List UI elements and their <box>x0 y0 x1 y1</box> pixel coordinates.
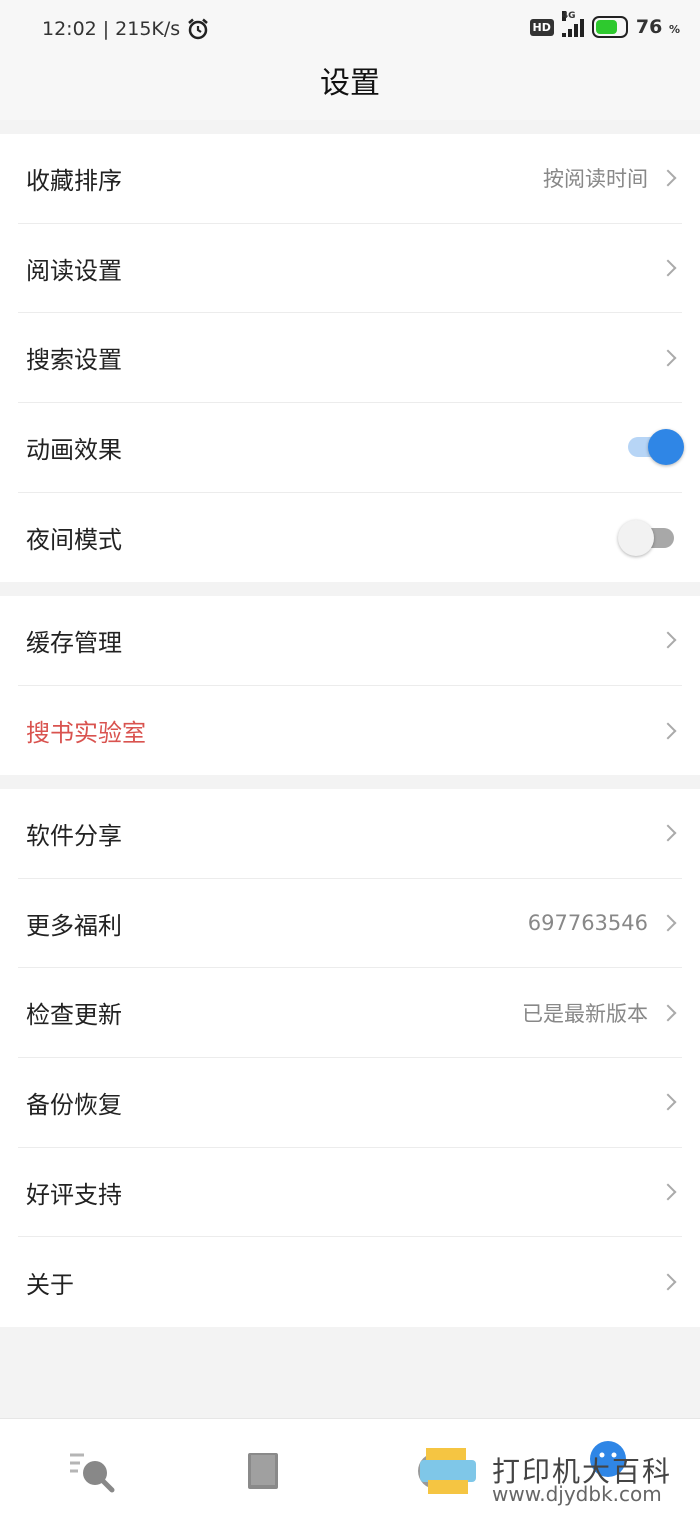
book-icon <box>248 1453 278 1489</box>
status-bar: 12:02 | 215K/s HD 4G 76 % <box>0 0 700 58</box>
chevron-right-icon <box>659 824 677 842</box>
toggle-knob <box>648 429 684 466</box>
chevron-right-icon <box>659 1004 677 1022</box>
chevron-right-icon <box>659 722 677 740</box>
network-type: 4G <box>561 11 576 21</box>
battery-value: 76 <box>635 16 663 38</box>
battery-icon <box>591 16 628 38</box>
setting-share[interactable]: 软件分享 <box>18 789 682 879</box>
setting-welfare[interactable]: 更多福利 697763546 <box>18 879 682 969</box>
nav-search[interactable] <box>68 1449 118 1499</box>
setting-cache[interactable]: 缓存管理 <box>18 596 682 686</box>
search-list-icon <box>70 1453 115 1493</box>
setting-label: 更多福利 <box>26 911 122 940</box>
animation-toggle[interactable] <box>622 427 684 467</box>
night-mode-toggle[interactable] <box>618 518 680 558</box>
settings-group-storage: 缓存管理 搜书实验室 <box>0 596 700 776</box>
setting-label: 缓存管理 <box>26 628 122 657</box>
setting-value: 已是最新版本 <box>522 1001 648 1026</box>
setting-favorite-sort[interactable]: 收藏排序 按阅读时间 <box>18 134 682 224</box>
chevron-right-icon <box>659 169 677 187</box>
battery-percent: 76 % <box>636 16 680 38</box>
page-header: 设置 <box>0 58 700 120</box>
watermark-url: www.djydbk.com <box>492 1482 662 1506</box>
setting-label: 动画效果 <box>26 435 122 464</box>
setting-label: 夜间模式 <box>26 526 122 555</box>
chevron-right-icon <box>659 914 677 932</box>
setting-label: 备份恢复 <box>26 1090 122 1119</box>
toggle-knob <box>618 519 654 556</box>
setting-night-mode: 夜间模式 <box>18 493 682 583</box>
status-time: 12:02 <box>42 18 97 40</box>
setting-check-update[interactable]: 检查更新 已是最新版本 <box>18 968 682 1059</box>
chevron-right-icon <box>659 1273 677 1291</box>
status-divider: | <box>102 18 110 40</box>
settings-group-general: 收藏排序 按阅读时间 阅读设置 搜索设置 动画效果 夜间模式 <box>0 134 700 583</box>
chevron-right-icon <box>659 349 677 367</box>
chevron-right-icon <box>659 1093 677 1111</box>
setting-label: 检查更新 <box>26 1001 122 1030</box>
setting-value: 按阅读时间 <box>543 167 648 192</box>
status-net-speed: 215K/s <box>115 18 181 40</box>
alarm-icon <box>188 18 209 40</box>
hd-badge: HD <box>529 18 554 36</box>
setting-lab[interactable]: 搜书实验室 <box>18 686 682 776</box>
setting-label: 搜索设置 <box>26 346 122 375</box>
battery-level <box>595 20 618 34</box>
battery-unit: % <box>668 23 680 36</box>
setting-label: 收藏排序 <box>26 166 122 195</box>
chevron-right-icon <box>659 1183 677 1201</box>
settings-group-about: 软件分享 更多福利 697763546 检查更新 已是最新版本 备份恢复 好评支… <box>0 789 700 1328</box>
chevron-right-icon <box>659 259 677 277</box>
chevron-right-icon <box>659 631 677 649</box>
setting-about[interactable]: 关于 <box>18 1237 682 1327</box>
setting-label: 关于 <box>26 1270 74 1299</box>
setting-rate[interactable]: 好评支持 <box>18 1148 682 1238</box>
watermark: 打印机大百科 www.djydbk.com <box>416 1440 672 1506</box>
setting-label: 阅读设置 <box>26 256 122 285</box>
page-title: 设置 <box>320 66 380 101</box>
printer-logo-icon <box>420 1448 476 1494</box>
setting-search[interactable]: 搜索设置 <box>18 313 682 404</box>
setting-animation: 动画效果 <box>18 403 684 493</box>
nav-bookshelf[interactable] <box>242 1449 292 1499</box>
setting-label: 好评支持 <box>26 1180 122 1209</box>
setting-backup[interactable]: 备份恢复 <box>18 1058 682 1148</box>
setting-value: 697763546 <box>527 911 648 936</box>
setting-label: 软件分享 <box>26 821 122 850</box>
setting-label: 搜书实验室 <box>26 719 146 748</box>
signal-icon: 4G <box>561 11 584 37</box>
setting-reading[interactable]: 阅读设置 <box>18 224 682 314</box>
